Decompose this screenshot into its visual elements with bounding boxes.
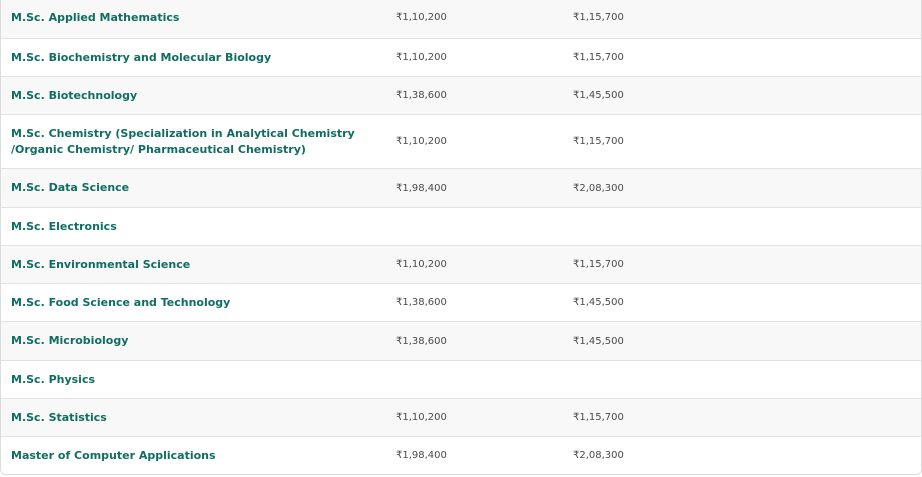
course-link[interactable]: M.Sc. Biochemistry and Molecular Biology [1,50,386,66]
table-row: Master of Computer Applications ₹1,98,40… [1,436,921,474]
course-link[interactable]: M.Sc. Biotechnology [1,88,386,104]
fee-table: M.Sc. Applied Mathematics ₹1,10,200 ₹1,1… [0,0,922,475]
fee-cell: ₹2,08,300 [573,182,624,194]
table-row: M.Sc. Applied Mathematics ₹1,10,200 ₹1,1… [1,0,921,38]
fee-cell: ₹1,10,200 [396,12,447,23]
fee-cell: ₹1,15,700 [573,259,624,270]
fee-cell: ₹1,38,600 [396,335,447,347]
fee-cell: ₹1,15,700 [573,412,624,423]
fee-cell: ₹1,10,200 [396,259,447,270]
fee-cell: ₹1,98,400 [396,182,447,194]
course-link[interactable]: M.Sc. Applied Mathematics [1,10,386,26]
course-link[interactable]: M.Sc. Food Science and Technology [1,295,386,311]
table-row: M.Sc. Chemistry (Specialization in Analy… [1,114,921,168]
table-row: M.Sc. Electronics [1,207,921,245]
table-row: M.Sc. Microbiology ₹1,38,600 ₹1,45,500 [1,321,921,360]
table-row: M.Sc. Environmental Science ₹1,10,200 ₹1… [1,245,921,283]
fee-cell: ₹1,45,500 [573,90,624,101]
fee-cell: ₹1,15,700 [573,136,624,147]
course-link[interactable]: M.Sc. Microbiology [1,333,386,349]
fee-cell: ₹1,38,600 [396,297,447,308]
fee-cell: ₹1,10,200 [396,412,447,423]
table-row: M.Sc. Physics [1,360,921,398]
course-link[interactable]: M.Sc. Electronics [1,219,386,235]
fee-cell: ₹1,10,200 [396,136,447,147]
fee-cell: ₹1,38,600 [396,90,447,101]
fee-cell: ₹2,08,300 [573,450,624,461]
fee-cell: ₹1,10,200 [396,52,447,63]
fee-cell: ₹1,15,700 [573,52,624,63]
fee-cell: ₹1,45,500 [573,335,624,347]
course-link[interactable]: M.Sc. Environmental Science [1,257,386,273]
fee-cell: ₹1,98,400 [396,450,447,461]
course-link[interactable]: Master of Computer Applications [1,448,386,464]
table-row: M.Sc. Food Science and Technology ₹1,38,… [1,283,921,321]
table-row: M.Sc. Biochemistry and Molecular Biology… [1,38,921,76]
course-link[interactable]: M.Sc. Statistics [1,410,386,426]
table-row: M.Sc. Statistics ₹1,10,200 ₹1,15,700 [1,398,921,436]
table-row: M.Sc. Data Science ₹1,98,400 ₹2,08,300 [1,168,921,207]
course-link[interactable]: M.Sc. Data Science [1,180,386,196]
table-row: M.Sc. Biotechnology ₹1,38,600 ₹1,45,500 [1,76,921,114]
fee-cell: ₹1,15,700 [573,12,624,23]
course-link[interactable]: M.Sc. Physics [1,372,386,388]
course-link[interactable]: M.Sc. Chemistry (Specialization in Analy… [1,126,386,158]
fee-cell: ₹1,45,500 [573,297,624,308]
